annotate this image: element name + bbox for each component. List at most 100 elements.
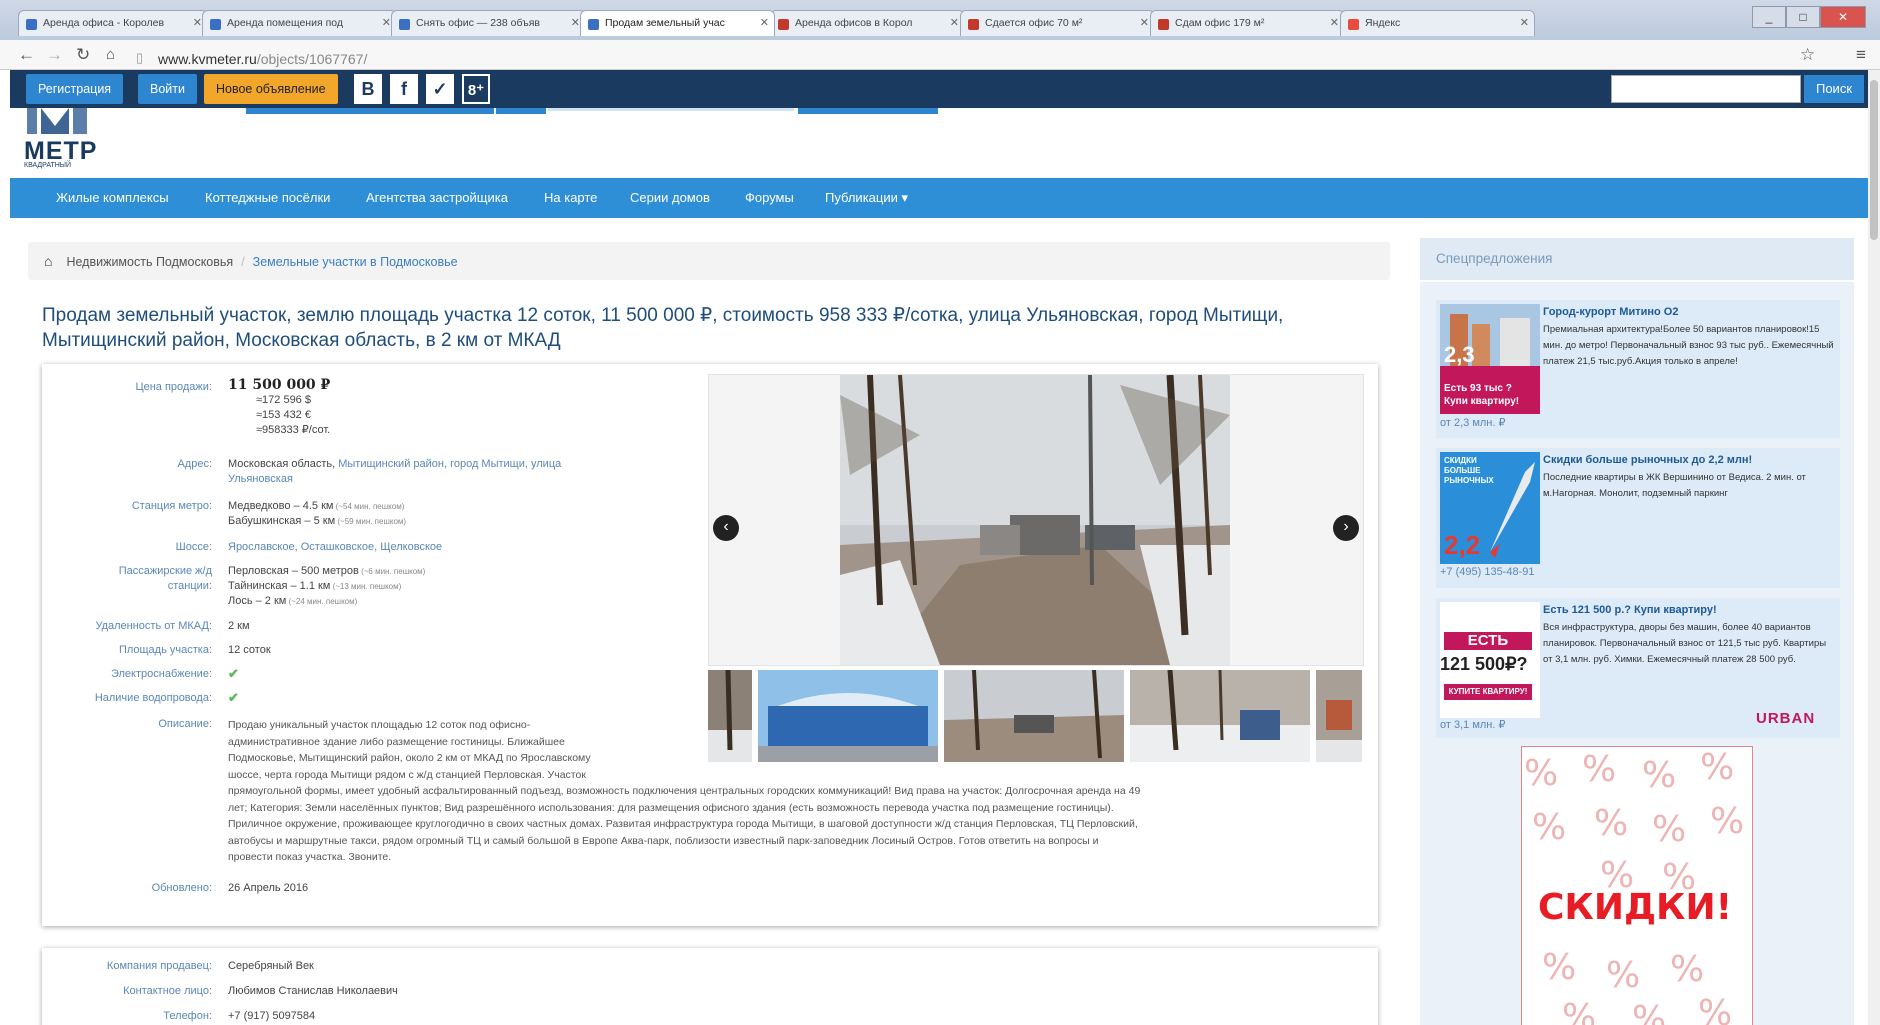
gallery-prev-arrow[interactable]: ‹ <box>713 515 739 541</box>
percent-pattern-icon: % <box>1606 955 1641 996</box>
rail-walk-time: (~24 мин. пешком) <box>286 597 358 606</box>
nav-house-series[interactable]: Серии домов <box>630 178 710 218</box>
browser-tab[interactable]: Аренда помещения под ✕ <box>202 10 397 36</box>
mkad-value: 2 км <box>228 620 250 632</box>
promo-card[interactable]: 2,3 Есть 93 тыс ? Купи квартиру! Город-к… <box>1436 300 1840 438</box>
browser-tab[interactable]: Снять офис — 238 объяв ✕ <box>391 10 586 36</box>
nav-developer-agencies[interactable]: Агентства застройщика <box>366 178 508 218</box>
company-value: Серебряный Век <box>228 960 314 972</box>
promo-big-number: 2,3 <box>1444 342 1475 367</box>
updated-label: Обновлено: <box>151 882 212 894</box>
gallery-thumbnail[interactable] <box>1316 670 1362 762</box>
address-link[interactable]: Мытищинский район, город Мытищи, улица <box>335 458 561 470</box>
address-street-link[interactable]: Ульяновская <box>228 473 293 485</box>
thumbnail-image <box>758 670 938 762</box>
nav-forums[interactable]: Форумы <box>745 178 794 218</box>
browser-tab[interactable]: Аренда офиса - Королев ✕ <box>18 10 208 36</box>
gallery-thumbnail[interactable] <box>1130 670 1310 762</box>
twitter-icon[interactable]: ✓ <box>426 74 454 104</box>
thumbnail-image <box>1130 670 1310 762</box>
menu-icon[interactable]: ≡ <box>1856 46 1866 64</box>
search-button[interactable]: Поиск <box>1804 75 1864 103</box>
browser-tab[interactable]: Яндекс ✕ <box>1340 10 1535 36</box>
close-tab-icon[interactable]: ✕ <box>193 16 202 29</box>
close-tab-icon[interactable]: ✕ <box>950 16 959 29</box>
close-window-button[interactable]: ✕ <box>1820 6 1866 28</box>
discount-ad-banner[interactable]: % % % % % % % % % % % % % % % % СКИДКИ! <box>1521 746 1753 1025</box>
rail-value: Перловская – 500 метров (~6 мин. пешком)… <box>228 564 425 609</box>
metro-station: Медведково – 4.5 км <box>228 500 334 512</box>
power-check-icon: ✔ <box>228 666 239 681</box>
favicon-icon <box>778 19 789 30</box>
promo-card[interactable]: ЕСТЬ 121 500₽? КУПИТЕ КВАРТИРУ! Есть 121… <box>1436 598 1840 738</box>
promo-title[interactable]: Есть 121 500 р.? Купи квартиру! <box>1543 604 1717 616</box>
new-ad-button[interactable]: Новое объявление <box>204 74 338 104</box>
breadcrumb-current[interactable]: Недвижимость Подмосковья <box>66 255 233 269</box>
promo-price: от 2,3 млн. ₽ <box>1440 417 1506 429</box>
promo-image: СКИДКИ БОЛЬШЕ РЫНОЧНЫХ 2,2 <box>1440 452 1540 564</box>
close-tab-icon[interactable]: ✕ <box>1520 16 1529 29</box>
favicon-icon <box>1158 19 1169 30</box>
search-input[interactable] <box>1611 75 1801 103</box>
close-tab-icon[interactable]: ✕ <box>760 16 769 29</box>
back-icon[interactable]: ← <box>18 46 35 64</box>
thumbnail-image <box>708 670 752 762</box>
forward-icon[interactable]: → <box>46 46 63 64</box>
nav-cottage-villages[interactable]: Коттеджные посёлки <box>205 178 330 218</box>
gallery-thumbnail[interactable] <box>758 670 938 762</box>
area-value: 12 соток <box>228 644 271 656</box>
page-scrollbar[interactable] <box>1868 70 1880 1025</box>
bookmark-star-icon[interactable]: ☆ <box>1800 46 1815 64</box>
main-photo[interactable] <box>840 375 1230 665</box>
tab-label: Аренда офисов в Корол <box>795 17 913 29</box>
breadcrumb-link[interactable]: Земельные участки в Подмосковье <box>253 255 458 269</box>
scrollbar-thumb[interactable] <box>1870 80 1878 240</box>
discount-banner-text: СКИДКИ! <box>1538 887 1733 928</box>
promo-card[interactable]: СКИДКИ БОЛЬШЕ РЫНОЧНЫХ 2,2 Скидки больше… <box>1436 448 1840 588</box>
close-tab-icon[interactable]: ✕ <box>1330 16 1339 29</box>
login-button[interactable]: Войти <box>138 74 197 104</box>
gallery-thumbnail[interactable] <box>708 670 752 762</box>
nav-residential-complexes[interactable]: Жилые комплексы <box>56 178 169 218</box>
close-tab-icon[interactable]: ✕ <box>571 16 580 29</box>
vk-icon[interactable]: B <box>354 74 382 104</box>
minimize-button[interactable]: _ <box>1752 6 1786 28</box>
google-plus-icon[interactable]: 8⁺ <box>462 74 490 104</box>
browser-tab[interactable]: Сдается офис 70 м² ✕ <box>960 10 1155 36</box>
thumbnail-image <box>1316 670 1362 762</box>
browser-tab[interactable]: Сдам офис 179 м² ✕ <box>1150 10 1345 36</box>
tab-label: Сдается офис 70 м² <box>985 17 1083 29</box>
gallery-next-arrow[interactable]: › <box>1333 515 1359 541</box>
percent-pattern-icon: % <box>1562 997 1597 1025</box>
url-field[interactable]: www.kvmeter.ru/objects/1067767/ <box>158 51 367 67</box>
highway-links[interactable]: Ярославское, Осташковское, Щелковское <box>228 541 442 553</box>
listing-card: Цена продажи: 11 500 000 ₽ ≈172 596 $ ≈1… <box>42 364 1378 926</box>
home-icon[interactable]: ⌂ <box>106 46 115 64</box>
close-tab-icon[interactable]: ✕ <box>382 16 391 29</box>
browser-tab-active[interactable]: Продам земельный учас ✕ <box>580 10 775 36</box>
nav-publications[interactable]: Публикации ▾ <box>825 178 908 218</box>
promo-image-top: СКИДКИ БОЛЬШЕ РЫНОЧНЫХ <box>1444 456 1494 485</box>
metro-label: Станция метро: <box>131 500 212 512</box>
percent-pattern-icon: % <box>1652 809 1687 850</box>
reload-icon[interactable]: ↻ <box>76 46 90 64</box>
browser-tab[interactable]: Аренда офисов в Корол ✕ <box>770 10 965 36</box>
register-button[interactable]: Регистрация <box>26 74 124 104</box>
promo-title[interactable]: Город-курорт Митино О2 <box>1543 306 1678 318</box>
rail-label-line: Пассажирские ж/д <box>118 565 212 577</box>
promo-title[interactable]: Скидки больше рыночных до 2,2 млн! <box>1543 454 1752 466</box>
address-value: Московская область, Мытищинский район, г… <box>228 457 648 487</box>
promo-phone[interactable]: +7 (495) 135-48-91 <box>1440 566 1534 578</box>
home-icon[interactable]: ⌂ <box>44 253 52 269</box>
facebook-icon[interactable]: f <box>390 74 418 104</box>
urban-logo[interactable]: URBAN <box>1756 710 1815 727</box>
nav-map[interactable]: На карте <box>544 178 597 218</box>
gallery-thumbnail[interactable] <box>944 670 1124 762</box>
close-tab-icon[interactable]: ✕ <box>1140 16 1149 29</box>
street-photo-image <box>840 375 1230 665</box>
maximize-button[interactable]: □ <box>1786 6 1820 28</box>
logo-icon[interactable] <box>25 108 91 138</box>
percent-pattern-icon: % <box>1700 747 1735 788</box>
highway-value[interactable]: Ярославское, Осташковское, Щелковское <box>228 540 442 555</box>
page-title: Продам земельный участок, землю площадь … <box>42 305 1284 351</box>
